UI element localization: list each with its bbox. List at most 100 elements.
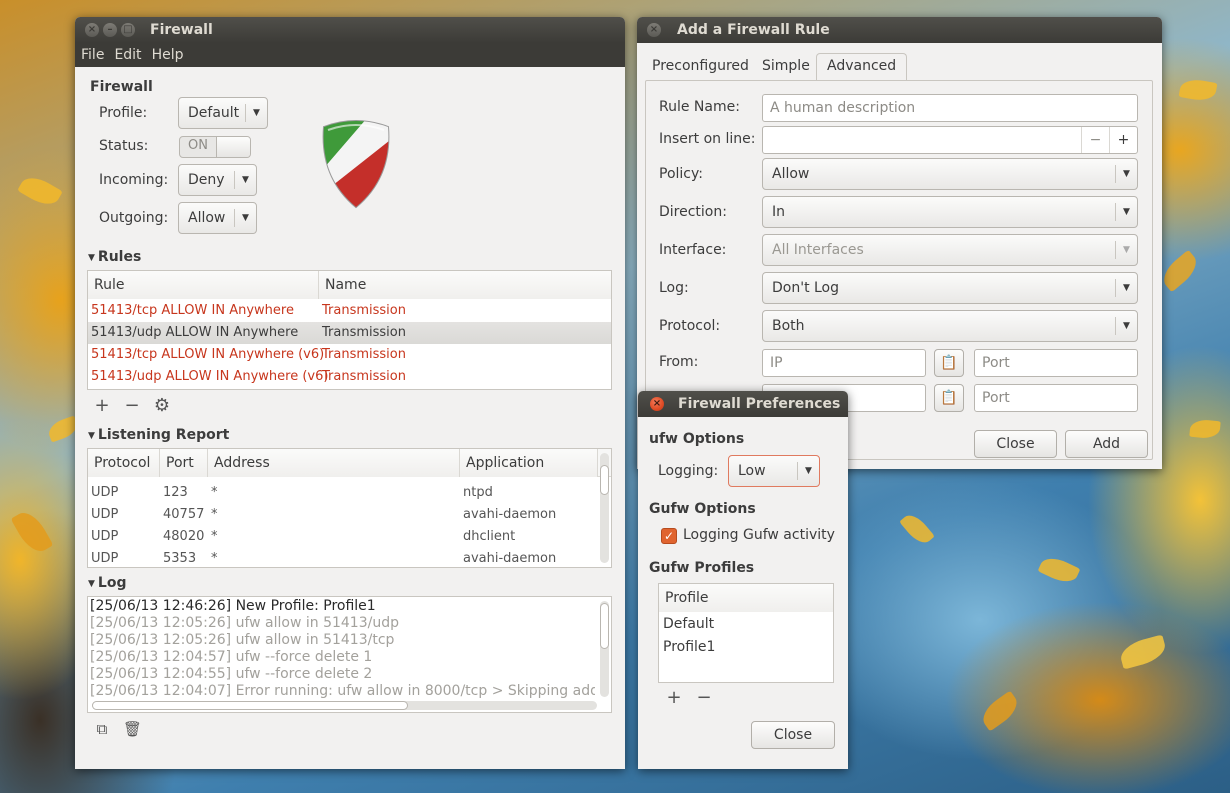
- insert-line-spinner[interactable]: − +: [762, 126, 1138, 154]
- outgoing-combo[interactable]: Allow ▼: [178, 202, 257, 234]
- table-row[interactable]: 51413/udp ALLOW IN Anywhere Transmission: [88, 322, 611, 344]
- close-window-icon[interactable]: ×: [85, 23, 99, 37]
- paste-icon[interactable]: 📋: [934, 349, 964, 377]
- profiles-col-profile[interactable]: Profile: [659, 584, 833, 612]
- log-section-title: ▼ Log: [88, 575, 126, 591]
- tab-simple[interactable]: Simple: [762, 58, 810, 74]
- insert-line-label: Insert on line:: [659, 131, 756, 147]
- rules-col-rule[interactable]: Rule: [88, 271, 319, 299]
- profile-item[interactable]: Default: [663, 616, 714, 632]
- scrollbar-thumb[interactable]: [600, 465, 609, 495]
- to-port-input[interactable]: Port: [974, 384, 1138, 412]
- logging-gufw-checkbox[interactable]: ✓: [661, 528, 677, 544]
- table-row[interactable]: UDP 123 * ntpd: [88, 483, 597, 505]
- table-row[interactable]: UDP 5353 * avahi-daemon: [88, 549, 597, 567]
- incoming-label: Incoming:: [99, 172, 169, 188]
- gufw-options-heading: Gufw Options: [649, 501, 756, 517]
- close-window-icon[interactable]: ×: [647, 23, 661, 37]
- firewall-titlebar[interactable]: × – □ Firewall: [75, 17, 625, 43]
- profile-label: Profile:: [99, 105, 148, 121]
- menu-edit[interactable]: Edit: [110, 47, 145, 63]
- profile-combo[interactable]: Default ▼: [178, 97, 268, 129]
- listening-col-address[interactable]: Address: [208, 449, 460, 477]
- firewall-window: × – □ Firewall File Edit Help Firewall Pro…: [75, 17, 625, 769]
- add-button[interactable]: Add: [1065, 430, 1148, 458]
- minimize-window-icon[interactable]: –: [103, 23, 117, 37]
- chevron-down-icon: ▼: [1115, 317, 1137, 335]
- interface-value: All Interfaces: [772, 242, 864, 258]
- chevron-down-icon: ▼: [234, 171, 256, 189]
- direction-combo[interactable]: In ▼: [762, 196, 1138, 228]
- preferences-titlebar[interactable]: × Firewall Preferences: [638, 391, 848, 417]
- menu-file[interactable]: File: [77, 47, 108, 63]
- menu-help[interactable]: Help: [148, 47, 188, 63]
- from-ip-input[interactable]: IP: [762, 349, 926, 377]
- decrement-icon[interactable]: −: [1081, 127, 1109, 153]
- table-row[interactable]: UDP 48020 * dhclient: [88, 527, 597, 549]
- protocol-combo[interactable]: Both ▼: [762, 310, 1138, 342]
- gear-icon[interactable]: ⚙: [153, 395, 171, 416]
- profile-item[interactable]: Profile1: [663, 639, 715, 655]
- increment-icon[interactable]: +: [1109, 127, 1137, 153]
- address-cell: *: [211, 529, 218, 544]
- port-cell: 123: [163, 485, 188, 500]
- rules-col-name[interactable]: Name: [319, 271, 611, 299]
- expander-down-icon[interactable]: ▼: [88, 579, 95, 589]
- policy-combo[interactable]: Allow ▼: [762, 158, 1138, 190]
- status-label: Status:: [99, 138, 149, 154]
- close-button[interactable]: Close: [974, 430, 1057, 458]
- protocol-cell: UDP: [91, 529, 119, 544]
- protocol-cell: UDP: [91, 551, 119, 566]
- log-vertical-scrollbar[interactable]: [600, 601, 609, 697]
- close-window-icon[interactable]: ×: [650, 397, 664, 411]
- ufw-options-heading: ufw Options: [649, 431, 745, 447]
- listening-col-port[interactable]: Port: [160, 449, 208, 477]
- expander-down-icon[interactable]: ▼: [88, 253, 95, 263]
- address-cell: *: [211, 507, 218, 522]
- log-title-text: Log: [97, 575, 127, 591]
- listening-scrollbar[interactable]: [600, 453, 609, 563]
- preferences-close-button[interactable]: Close: [751, 721, 835, 749]
- toggle-knob: [216, 137, 250, 157]
- application-cell: avahi-daemon: [463, 551, 557, 566]
- remove-rule-icon[interactable]: −: [123, 395, 141, 416]
- rule-name-input[interactable]: A human description: [762, 94, 1138, 122]
- expander-down-icon[interactable]: ▼: [88, 431, 95, 441]
- add-rule-titlebar[interactable]: × Add a Firewall Rule: [637, 17, 1162, 43]
- maximize-window-icon[interactable]: □: [121, 23, 135, 37]
- scrollbar-thumb[interactable]: [92, 701, 408, 710]
- profile-value: Default: [188, 105, 240, 121]
- scrollbar-thumb[interactable]: [600, 603, 609, 649]
- name-cell: Transmission: [322, 325, 406, 340]
- remove-profile-icon[interactable]: −: [695, 687, 713, 708]
- log-view[interactable]: [25/06/13 12:46:26] New Profile: Profile…: [87, 596, 612, 713]
- log-horizontal-scrollbar[interactable]: [92, 701, 597, 710]
- paste-icon[interactable]: 📋: [934, 384, 964, 412]
- add-rule-icon[interactable]: +: [93, 395, 111, 416]
- logging-value: Low: [738, 463, 766, 479]
- table-row[interactable]: UDP 40757 * avahi-daemon: [88, 505, 597, 527]
- name-cell: Transmission: [322, 303, 406, 318]
- table-row[interactable]: 51413/tcp ALLOW IN Anywhere Transmission: [88, 300, 611, 322]
- status-toggle[interactable]: ON: [179, 136, 251, 158]
- from-port-input[interactable]: Port: [974, 349, 1138, 377]
- listening-col-application[interactable]: Application: [460, 449, 598, 477]
- tab-preconfigured[interactable]: Preconfigured: [652, 58, 749, 74]
- protocol-value: Both: [772, 318, 805, 334]
- tab-advanced[interactable]: Advanced: [816, 53, 908, 81]
- logging-combo[interactable]: Low ▼: [728, 455, 820, 487]
- firewall-shield-icon: [322, 120, 390, 209]
- clear-log-icon[interactable]: 🗑: [123, 720, 142, 738]
- listening-col-protocol[interactable]: Protocol: [88, 449, 160, 477]
- log-line: [25/06/13 12:46:26] New Profile: Profile…: [90, 598, 376, 614]
- log-combo[interactable]: Don't Log ▼: [762, 272, 1138, 304]
- copy-log-icon[interactable]: ⧉: [93, 720, 111, 738]
- table-row[interactable]: 51413/tcp ALLOW IN Anywhere (v6) Transmis…: [88, 344, 611, 366]
- incoming-combo[interactable]: Deny ▼: [178, 164, 257, 196]
- table-row[interactable]: 51413/udp ALLOW IN Anywhere (v6) Transmis…: [88, 366, 611, 388]
- logging-label: Logging:: [658, 463, 719, 479]
- port-cell: 5353: [163, 551, 197, 566]
- logging-gufw-label[interactable]: Logging Gufw activity: [683, 527, 835, 543]
- chevron-down-icon: ▼: [1115, 203, 1137, 221]
- add-profile-icon[interactable]: +: [665, 687, 683, 708]
